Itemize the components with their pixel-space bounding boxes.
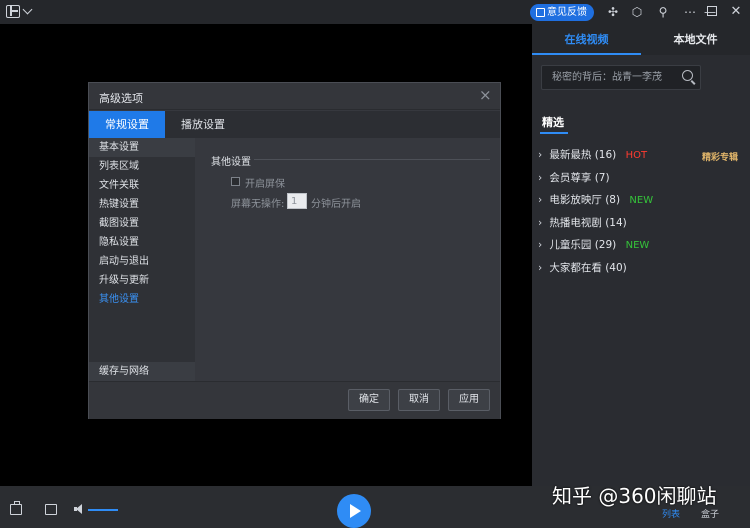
section-underline <box>540 132 568 134</box>
hot-badge: HOT <box>625 150 648 161</box>
list-item[interactable]: › 热播电视剧 (14) <box>538 215 748 238</box>
chevron-right-icon: › <box>538 216 543 229</box>
right-panel-tabs: 在线视频 本地文件 <box>532 24 750 55</box>
right-panel: 在线视频 本地文件 秘密的背后：战青一李茂 精选 精彩专辑 › 最新最热 (16… <box>532 24 750 486</box>
feedback-button[interactable]: 意见反馈 <box>530 4 594 21</box>
dialog-title: 高级选项 <box>99 92 143 105</box>
nav-item-basic[interactable]: 基本设置 <box>89 138 195 157</box>
section-title: 精选 <box>542 116 564 129</box>
tab-local-files[interactable]: 本地文件 <box>641 24 750 55</box>
list-item[interactable]: › 大家都在看 (40) <box>538 260 748 283</box>
nav-item-file-assoc[interactable]: 文件关联 <box>89 176 195 195</box>
search-input[interactable]: 秘密的背后：战青一李茂 <box>541 65 701 90</box>
chevron-right-icon: › <box>538 261 543 274</box>
dialog-header: 高级选项 × <box>89 83 500 110</box>
new-badge: NEW <box>625 240 650 251</box>
menu-dots-icon[interactable]: ⋯ <box>683 5 697 19</box>
list-item[interactable]: › 儿童乐园 (29) NEW <box>538 237 748 260</box>
volume-icon[interactable] <box>74 504 84 514</box>
list-item-label: 儿童乐园 <box>549 239 592 251</box>
list-item-count: (29) <box>594 239 617 251</box>
settings-nav: 基本设置 列表区域 文件关联 热键设置 截图设置 隐私设置 启动与退出 升级与更… <box>89 138 195 381</box>
nav-item-startup-exit[interactable]: 启动与退出 <box>89 252 195 271</box>
nav-item-cache-network[interactable]: 缓存与网络 <box>89 362 195 381</box>
tab-playback-settings[interactable]: 播放设置 <box>171 111 235 138</box>
player-window: 意见反馈 ✣ ⬡ ⚲ ⋯ — ✕ 在线视频 本地文件 秘密的背后：战青一李茂 精… <box>0 0 750 528</box>
list-item-count: (40) <box>605 261 627 274</box>
skin-icon[interactable]: ✣ <box>606 5 620 19</box>
pin-icon[interactable]: ⚲ <box>656 5 670 19</box>
content-section-title: 其他设置 <box>211 157 251 168</box>
nav-item-list-area[interactable]: 列表区域 <box>89 157 195 176</box>
box-icon[interactable]: ⬡ <box>630 5 644 19</box>
idle-minutes-input[interactable]: 1 <box>287 193 307 209</box>
list-item-label: 大家都在看 <box>549 261 602 274</box>
list-item-count: (8) <box>605 194 621 206</box>
dialog-tabs: 常规设置 播放设置 <box>89 111 500 138</box>
title-bar: 意见反馈 ✣ ⬡ ⚲ ⋯ — ✕ <box>0 0 750 24</box>
menu-caret-icon[interactable] <box>22 4 33 15</box>
list-item-label: 最新最热 <box>549 149 592 161</box>
new-badge: NEW <box>629 195 654 206</box>
chevron-right-icon: › <box>538 239 543 251</box>
tab-online-video[interactable]: 在线视频 <box>532 24 641 55</box>
apply-button[interactable]: 应用 <box>448 389 490 411</box>
cancel-button[interactable]: 取消 <box>398 389 440 411</box>
list-item[interactable]: › 电影放映厅 (8) NEW <box>538 192 748 215</box>
screensaver-label: 开启屏保 <box>245 179 285 190</box>
toolbox-icon[interactable] <box>10 501 22 515</box>
list-item-count: (7) <box>594 171 610 184</box>
maximize-icon[interactable] <box>707 6 717 16</box>
idle-suffix-label: 分钟后开启 <box>311 199 361 210</box>
nav-item-screenshot[interactable]: 截图设置 <box>89 214 195 233</box>
tab-general-settings[interactable]: 常规设置 <box>89 111 165 138</box>
category-list: › 最新最热 (16) HOT › 会员尊享 (7) › 电影放映厅 (8) N… <box>538 147 748 282</box>
volume-slider[interactable] <box>88 509 118 511</box>
close-icon[interactable]: ✕ <box>729 5 743 19</box>
list-item-label: 会员尊享 <box>549 171 592 184</box>
nav-item-upgrade[interactable]: 升级与更新 <box>89 271 195 290</box>
list-item-label: 热播电视剧 <box>549 216 602 229</box>
nav-item-other[interactable]: 其他设置 <box>89 290 195 309</box>
list-item[interactable]: › 最新最热 (16) HOT <box>538 147 748 170</box>
list-item-label: 电影放映厅 <box>549 194 602 206</box>
chevron-right-icon: › <box>538 171 543 184</box>
chevron-right-icon: › <box>538 194 543 206</box>
close-icon[interactable]: × <box>479 87 492 103</box>
chevron-right-icon: › <box>538 149 543 161</box>
list-item-count: (14) <box>605 216 627 229</box>
idle-time-label: 屏幕无操作: <box>231 199 285 210</box>
play-button[interactable] <box>337 494 371 528</box>
screensaver-checkbox[interactable] <box>231 177 240 186</box>
list-item[interactable]: › 会员尊享 (7) <box>538 170 748 193</box>
list-item-count: (16) <box>594 149 617 161</box>
feedback-edit-icon <box>536 8 545 17</box>
app-logo-icon[interactable] <box>6 5 20 18</box>
folder-icon[interactable] <box>45 504 57 515</box>
ok-button[interactable]: 确定 <box>348 389 390 411</box>
nav-item-hotkeys[interactable]: 热键设置 <box>89 195 195 214</box>
watermark-text: 知乎 @360闲聊站 <box>552 484 717 508</box>
section-divider <box>254 159 490 160</box>
advanced-options-dialog: 高级选项 × 常规设置 播放设置 基本设置 列表区域 文件关联 热键设置 截图设… <box>88 82 501 419</box>
nav-item-privacy[interactable]: 隐私设置 <box>89 233 195 252</box>
feedback-label: 意见反馈 <box>547 7 587 18</box>
search-icon[interactable] <box>682 70 693 81</box>
